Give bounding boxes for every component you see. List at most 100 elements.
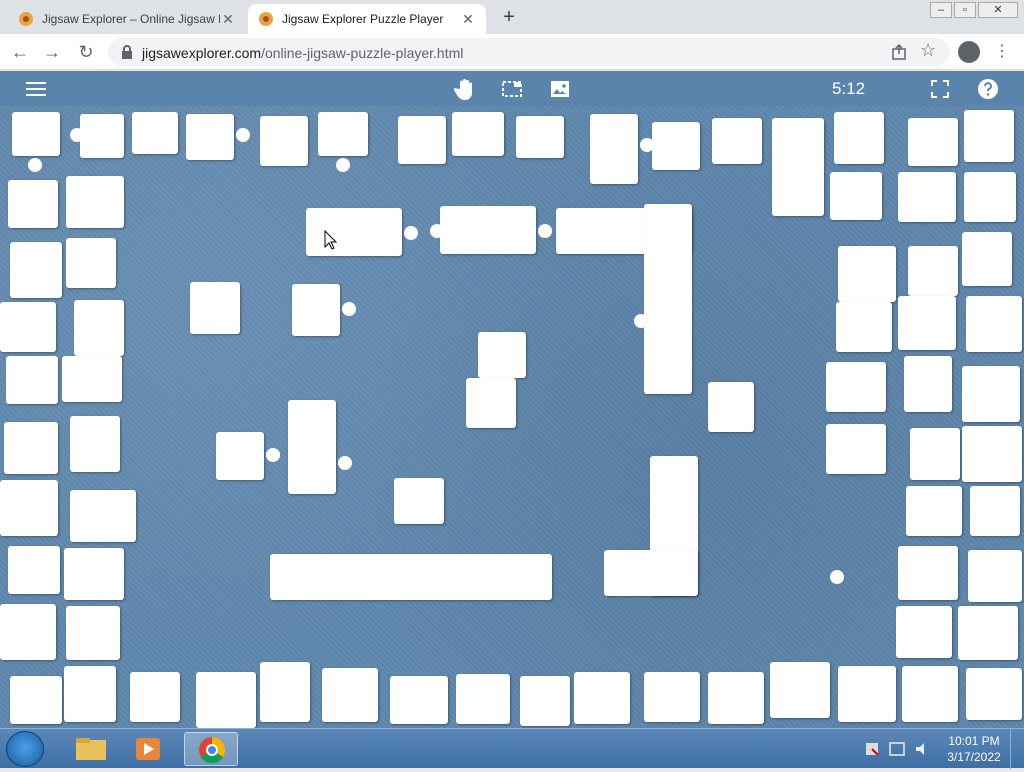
puzzle-piece[interactable] [836, 302, 892, 352]
minimize-button[interactable]: – [930, 2, 952, 18]
puzzle-piece[interactable] [966, 668, 1022, 720]
puzzle-piece[interactable] [394, 478, 444, 524]
puzzle-piece[interactable] [772, 118, 824, 216]
puzzle-piece[interactable] [466, 378, 516, 428]
puzzle-piece[interactable] [770, 662, 830, 718]
image-icon[interactable] [548, 77, 572, 101]
selection-icon[interactable] [500, 77, 524, 101]
puzzle-piece[interactable] [826, 424, 886, 474]
puzzle-piece[interactable] [966, 296, 1022, 352]
puzzle-piece[interactable] [838, 246, 896, 302]
back-icon[interactable]: ← [8, 40, 32, 64]
chrome-icon[interactable] [184, 732, 238, 766]
show-desktop-button[interactable] [1010, 729, 1024, 769]
puzzle-piece[interactable] [708, 672, 764, 724]
puzzle-piece[interactable] [6, 356, 58, 404]
assembled-piece-group[interactable] [288, 400, 352, 494]
assembled-piece-group[interactable] [634, 204, 692, 394]
puzzle-piece[interactable] [0, 480, 58, 536]
puzzle-piece[interactable] [896, 606, 952, 658]
forward-icon[interactable]: → [40, 40, 64, 64]
share-icon[interactable] [890, 43, 908, 61]
address-bar[interactable]: jigsawexplorer.com/online-jigsaw-puzzle-… [108, 38, 950, 66]
menu-icon[interactable] [24, 77, 48, 101]
puzzle-piece[interactable] [962, 232, 1012, 286]
hand-icon[interactable] [453, 77, 477, 101]
puzzle-piece[interactable] [62, 356, 122, 402]
puzzle-piece[interactable] [8, 180, 58, 228]
tab-jigsaw-explorer[interactable]: Jigsaw Explorer – Online Jigsaw P ✕ [8, 4, 246, 34]
puzzle-piece[interactable] [962, 426, 1022, 482]
puzzle-piece[interactable] [70, 416, 120, 472]
close-icon[interactable]: ✕ [220, 11, 236, 28]
puzzle-piece[interactable] [186, 114, 250, 160]
puzzle-piece[interactable] [970, 486, 1020, 536]
puzzle-piece[interactable] [64, 666, 116, 722]
close-icon[interactable]: ✕ [460, 11, 476, 28]
taskbar-clock[interactable]: 10:01 PM 3/17/2022 [946, 733, 1002, 765]
puzzle-piece[interactable] [652, 122, 700, 170]
puzzle-piece[interactable] [712, 118, 762, 164]
puzzle-piece[interactable] [478, 332, 526, 378]
assembled-piece-group[interactable] [430, 206, 552, 254]
puzzle-piece[interactable] [708, 382, 754, 432]
browser-menu-icon[interactable]: ⋮ [994, 40, 1010, 64]
puzzle-piece[interactable] [132, 112, 178, 154]
puzzle-piece[interactable] [70, 490, 136, 542]
bookmark-star-icon[interactable]: ☆ [920, 40, 936, 61]
system-tray-icons[interactable] [862, 739, 938, 759]
puzzle-piece[interactable] [520, 676, 570, 726]
puzzle-piece[interactable] [906, 486, 962, 536]
puzzle-piece[interactable] [958, 606, 1018, 660]
puzzle-piece[interactable] [452, 112, 504, 156]
help-icon[interactable] [976, 77, 1000, 101]
puzzle-piece[interactable] [830, 172, 882, 220]
puzzle-board[interactable] [0, 106, 1024, 728]
puzzle-piece[interactable] [390, 676, 448, 724]
assembled-piece-group[interactable] [604, 550, 698, 596]
puzzle-piece[interactable] [64, 548, 124, 600]
puzzle-piece[interactable] [644, 672, 700, 722]
puzzle-piece[interactable] [292, 284, 356, 336]
puzzle-piece[interactable] [910, 428, 960, 480]
fullscreen-icon[interactable] [928, 77, 952, 101]
puzzle-piece[interactable] [898, 172, 956, 222]
puzzle-piece[interactable] [74, 300, 124, 356]
puzzle-piece[interactable] [962, 366, 1020, 422]
puzzle-piece[interactable] [66, 176, 124, 228]
puzzle-piece[interactable] [456, 674, 510, 724]
puzzle-piece[interactable] [838, 666, 896, 722]
puzzle-piece[interactable] [322, 668, 378, 722]
tab-puzzle-player[interactable]: Jigsaw Explorer Puzzle Player ✕ [248, 4, 486, 34]
puzzle-piece[interactable] [318, 112, 368, 172]
puzzle-piece[interactable] [4, 422, 58, 474]
profile-avatar-icon[interactable] [958, 41, 980, 63]
puzzle-piece[interactable] [516, 116, 564, 158]
reload-icon[interactable]: ↻ [74, 40, 98, 64]
puzzle-piece[interactable] [10, 676, 62, 724]
puzzle-piece[interactable] [70, 114, 124, 158]
puzzle-piece[interactable] [904, 356, 952, 412]
puzzle-piece[interactable] [968, 550, 1022, 602]
puzzle-piece[interactable] [898, 546, 958, 600]
puzzle-piece[interactable] [12, 112, 60, 172]
puzzle-piece[interactable] [10, 242, 62, 298]
file-explorer-icon[interactable] [64, 732, 118, 766]
window-close-button[interactable]: ✕ [978, 2, 1018, 18]
puzzle-piece[interactable] [190, 282, 240, 334]
puzzle-piece[interactable] [908, 246, 958, 296]
puzzle-piece[interactable] [834, 112, 884, 164]
puzzle-piece[interactable] [590, 114, 654, 184]
puzzle-piece[interactable] [908, 118, 958, 166]
puzzle-piece[interactable] [66, 606, 120, 660]
puzzle-piece[interactable] [398, 116, 446, 164]
start-button[interactable] [6, 731, 44, 767]
puzzle-piece[interactable] [196, 672, 256, 728]
puzzle-piece[interactable] [260, 116, 308, 166]
puzzle-piece[interactable] [0, 604, 56, 660]
puzzle-piece[interactable] [964, 110, 1014, 162]
puzzle-piece[interactable] [574, 672, 630, 724]
puzzle-piece[interactable] [898, 296, 956, 350]
puzzle-piece[interactable] [964, 172, 1016, 222]
puzzle-piece[interactable] [216, 432, 280, 480]
